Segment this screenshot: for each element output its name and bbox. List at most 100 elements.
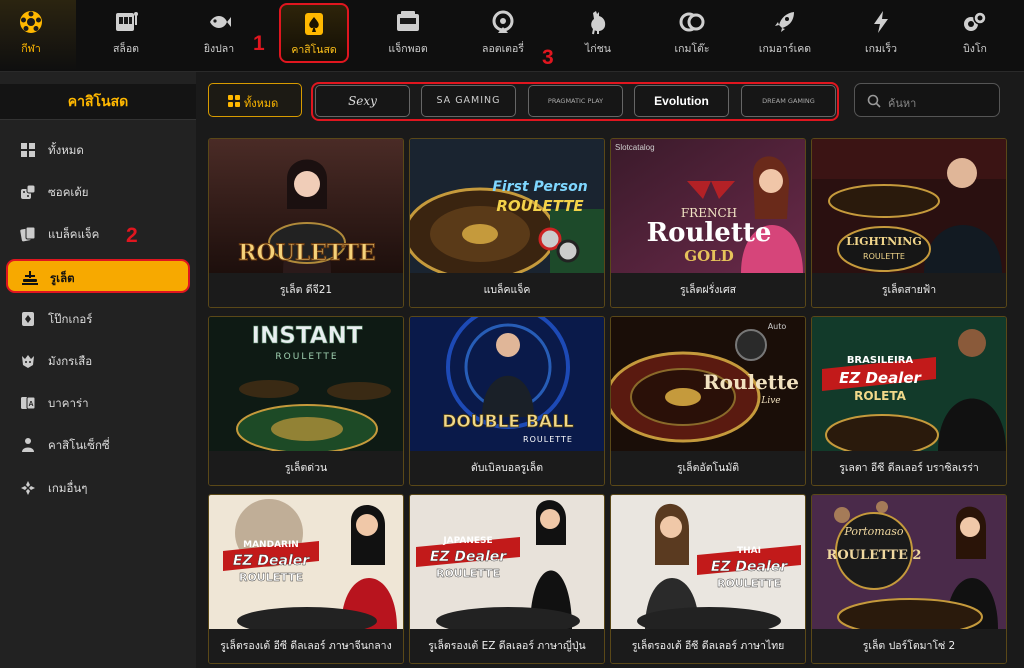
game-art-title: LIGHTNING (846, 235, 922, 248)
game-art-extra: ROLETA (854, 389, 907, 403)
soccer-ball-icon (20, 11, 42, 33)
lottery-wheel-icon (492, 10, 514, 33)
sidebar-item-label: มังกรเสือ (48, 354, 93, 368)
nav-label: ยิงปลา (203, 43, 235, 55)
game-card[interactable]: THAI EZ Dealer ROULETTE รูเล็ตรองเต้ อีซ… (610, 494, 806, 664)
provider-pragmatic-play-button[interactable]: PRAGMATIC PLAY (528, 85, 623, 117)
bingo-balls-icon (964, 11, 987, 31)
game-thumbnail: INSTANT ROULETTE (209, 317, 403, 451)
jackpot-machine-icon (397, 11, 419, 31)
game-card[interactable]: JAPANESE EZ Dealer ROULETTE รูเล็ตรองเต้… (409, 494, 605, 664)
sexy-casino-icon (22, 438, 34, 452)
nav-bingo[interactable]: บิงโก (930, 0, 1020, 70)
game-art-subtitle: ROULETTE (523, 435, 573, 444)
game-art-extra: ROULETTE (239, 571, 303, 584)
game-art-title: Roulette (703, 370, 799, 394)
lightning-icon (874, 11, 888, 33)
game-art-subtitle: ROULETTE (496, 197, 584, 215)
sidebar-item-label: คาสิโนเซ็กซี่ (48, 438, 110, 452)
search-field[interactable]: ค้นหา (854, 83, 1000, 117)
game-card[interactable]: Auto Roulette Live รูเล็ตอัตโนมัติ (610, 316, 806, 486)
game-card[interactable]: Portomaso ROULETTE 2 รูเล็ต ปอร์โตมาโซ่ … (811, 494, 1007, 664)
nav-quick-games[interactable]: เกมเร็ว (836, 0, 926, 70)
game-name: แบล็คแจ็ค (410, 273, 604, 307)
nav-label: ลอตเตอรี่ (482, 43, 524, 55)
game-card[interactable]: Slotcatalog FRENCH Roulette GOLD รูเล็ตฝ… (610, 138, 806, 308)
game-card[interactable]: First Person ROULETTE แบล็คแจ็ค (409, 138, 605, 308)
nav-cockfight[interactable]: ไก่ชน (553, 0, 643, 70)
filter-all-button[interactable]: ทั้งหมด (208, 83, 302, 117)
nav-slots[interactable]: สล็อต (81, 0, 171, 70)
game-art-subtitle: THAI (737, 546, 761, 556)
game-art-title: Roulette (647, 218, 772, 248)
game-art-title: EZ Dealer (233, 553, 310, 569)
game-name: รูเล็ตด่วน (209, 451, 403, 485)
search-placeholder: ค้นหา (888, 97, 917, 110)
game-card[interactable]: LIGHTNING ROULETTE รูเล็ตสายฟ้า (811, 138, 1007, 308)
search-icon (867, 94, 881, 108)
game-card[interactable]: ROULETTE รูเล็ต ดีจี21 (208, 138, 404, 308)
game-art-subtitle: Live (760, 396, 780, 406)
game-art-title: INSTANT (251, 323, 362, 349)
game-card[interactable]: DOUBLE BALL ROULETTE ดับเบิลบอลรูเล็ต (409, 316, 605, 486)
sidebar-item-dragon-tiger[interactable]: มังกรเสือ (6, 344, 190, 378)
game-thumbnail: Auto Roulette Live (611, 317, 805, 451)
game-card[interactable]: INSTANT ROULETTE รูเล็ตด่วน (208, 316, 404, 486)
nav-live-casino[interactable]: คาสิโนสด (279, 3, 349, 63)
game-art-title: ROULETTE (238, 240, 376, 266)
nav-label: สล็อต (113, 43, 139, 55)
sidebar-item-blackjack[interactable]: แบล็คแจ็ค (6, 217, 190, 251)
nav-jackpot[interactable]: แจ็กพอต (363, 0, 453, 70)
poker-card-icon (22, 312, 34, 326)
sidebar-item-label: รูเล็ต (50, 271, 75, 285)
game-name: รูเลตา อีซี ดีลเลอร์ บราซิลเรร่า (812, 451, 1006, 485)
baccarat-icon: A (21, 396, 36, 410)
nav-label: เกมโต๊ะ (674, 43, 710, 55)
provider-evolution-button[interactable]: Evolution (634, 85, 729, 117)
game-name: รูเล็ตอัตโนมัติ (611, 451, 805, 485)
sidebar-title: คาสิโนสด (0, 84, 196, 120)
nav-lottery[interactable]: ลอตเตอรี่ (458, 0, 548, 70)
game-card[interactable]: MANDARIN EZ Dealer ROULETTE รูเล็ตรองเต้… (208, 494, 404, 664)
game-art-title: EZ Dealer (430, 549, 507, 565)
provider-sa-gaming-button[interactable]: SA GAMING (421, 85, 516, 117)
sidebar-item-roulette[interactable]: รูเล็ต (6, 259, 190, 293)
game-art-subtitle: MANDARIN (243, 540, 299, 550)
grid-icon (21, 143, 35, 157)
nav-arcade[interactable]: เกมอาร์เคด (740, 0, 830, 70)
sidebar-item-baccarat[interactable]: A บาคาร่า (6, 386, 190, 420)
game-art-title: EZ Dealer (711, 559, 788, 575)
game-name: รูเล็ตฝรั่งเศส (611, 273, 805, 307)
game-thumbnail: BRASILEIRA EZ Dealer ROLETA (812, 317, 1006, 451)
game-art-badge: Slotcatalog (615, 143, 655, 152)
sidebar-item-other-games[interactable]: เกมอื่นๆ (6, 471, 190, 505)
sidebar-item-label: โป๊กเกอร์ (48, 312, 93, 326)
game-card[interactable]: BRASILEIRA EZ Dealer ROLETA รูเลตา อีซี … (811, 316, 1007, 486)
sidebar-item-all[interactable]: ทั้งหมด (6, 133, 190, 167)
nav-table-games[interactable]: เกมโต๊ะ (647, 0, 737, 70)
game-thumbnail: First Person ROULETTE (410, 139, 604, 273)
slot-machine-icon (116, 12, 138, 31)
game-art-subtitle: ROULETTE (275, 352, 338, 362)
sidebar-item-poker[interactable]: โป๊กเกอร์ (6, 302, 190, 336)
nav-fishing[interactable]: ยิงปลา (174, 0, 264, 70)
sidebar-item-sicbo[interactable]: ซอคเด้ย (6, 175, 190, 209)
sidebar-item-label: ทั้งหมด (48, 143, 84, 157)
provider-dream-gaming-button[interactable]: DREAM GAMING (741, 85, 836, 117)
game-thumbnail: Slotcatalog FRENCH Roulette GOLD (611, 139, 805, 273)
dragon-tiger-icon (22, 355, 34, 368)
provider-sexy-button[interactable]: Sexy (315, 85, 410, 117)
sidebar-item-label: ซอคเด้ย (48, 185, 89, 199)
rocket-icon (775, 12, 794, 32)
nav-label: เกมอาร์เคด (758, 43, 812, 55)
game-thumbnail: DOUBLE BALL ROULETTE (410, 317, 604, 451)
sidebar-item-label: บาคาร่า (48, 396, 89, 410)
sidebar-item-sexy-casino[interactable]: คาสิโนเซ็กซี่ (6, 428, 190, 462)
nav-sports[interactable]: กีฬา (0, 0, 76, 70)
game-name: รูเล็ต ปอร์โตมาโซ่ 2 (812, 629, 1006, 663)
game-name: รูเล็ตรองเต้ อีซี ดีลเลอร์ ภาษาไทย (611, 629, 805, 663)
nav-label: บิงโก (963, 43, 987, 55)
game-name: รูเล็ตสายฟ้า (812, 273, 1006, 307)
game-name: รูเล็ตรองเต้ อีซี ดีลเลอร์ ภาษาจีนกลาง (209, 629, 403, 663)
game-art-title: Portomaso (843, 525, 904, 538)
